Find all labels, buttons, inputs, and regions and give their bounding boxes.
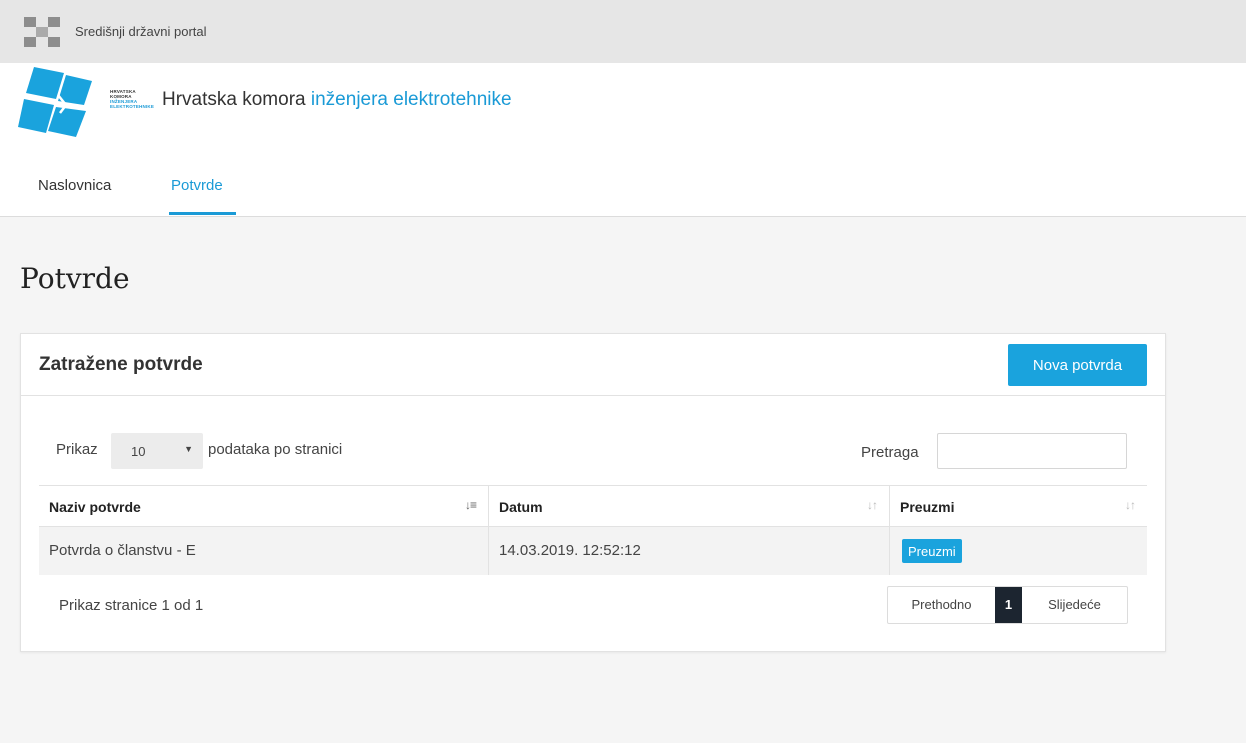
table-row: Potvrda o članstvu - E 14.03.2019. 12:52… [39, 527, 1147, 575]
org-logo[interactable]: HRVATSKA KOMORA INŽENJERA ELEKTROTEHNIKE [18, 65, 166, 137]
cell-name: Potvrda o članstvu - E [49, 542, 196, 559]
pagination: Prethodno 1 Slijedeće [887, 586, 1128, 624]
page-length-select[interactable]: 10 ▼ [111, 433, 203, 469]
portal-title[interactable]: Središnji državni portal [75, 24, 207, 39]
card-title: Zatražene potvrde [39, 354, 203, 375]
card-header: Zatražene potvrde Nova potvrda [21, 334, 1165, 396]
org-title-accent: inženjera elektrotehnike [310, 89, 512, 110]
column-header-date[interactable]: Datum ↓↑ [488, 486, 889, 526]
table-header-row: Naziv potvrde ↓≡ Datum ↓↑ Preuzmi ↓↑ [39, 485, 1147, 527]
org-logo-text: HRVATSKA KOMORA INŽENJERA ELEKTROTEHNIKE [110, 89, 155, 109]
certificates-card: Zatražene potvrde Nova potvrda Prikaz 10… [20, 333, 1166, 652]
cell-download: Preuzmi [889, 527, 1147, 575]
new-certificate-button[interactable]: Nova potvrda [1008, 344, 1147, 386]
page-length-value: 10 [131, 444, 146, 459]
sort-icon: ↓↑ [1125, 498, 1136, 512]
sort-icon: ↓↑ [867, 498, 878, 512]
column-header-download[interactable]: Preuzmi ↓↑ [889, 486, 1147, 526]
download-button[interactable]: Preuzmi [902, 539, 962, 563]
length-suffix: podataka po stranici [208, 441, 343, 458]
search-input[interactable] [937, 433, 1127, 469]
cell-date: 14.03.2019. 12:52:12 [488, 527, 889, 575]
org-title-prefix: Hrvatska komora [162, 89, 306, 110]
page-title: Potvrde [20, 262, 130, 295]
page-1-button[interactable]: 1 [995, 587, 1022, 623]
search-label: Pretraga [861, 444, 919, 461]
table-info: Prikaz stranice 1 od 1 [59, 597, 204, 614]
org-title: Hrvatska komora inženjera elektrotehnike [162, 89, 512, 111]
caret-down-icon: ▼ [184, 444, 193, 454]
sort-desc-icon: ↓≡ [464, 498, 477, 512]
site-header: HRVATSKA KOMORA INŽENJERA ELEKTROTEHNIKE… [0, 63, 1246, 217]
nav-item-potvrde[interactable]: Potvrde [171, 177, 223, 194]
nav-item-naslovnica[interactable]: Naslovnica [38, 177, 111, 194]
portal-logo-icon[interactable] [24, 17, 60, 47]
length-prefix: Prikaz [56, 441, 98, 458]
column-header-name[interactable]: Naziv potvrde ↓≡ [39, 486, 488, 526]
previous-page-button[interactable]: Prethodno [888, 587, 995, 623]
portal-bar: Središnji državni portal [0, 0, 1246, 63]
next-page-button[interactable]: Slijedeće [1022, 587, 1127, 623]
nav-active-indicator [169, 212, 236, 215]
